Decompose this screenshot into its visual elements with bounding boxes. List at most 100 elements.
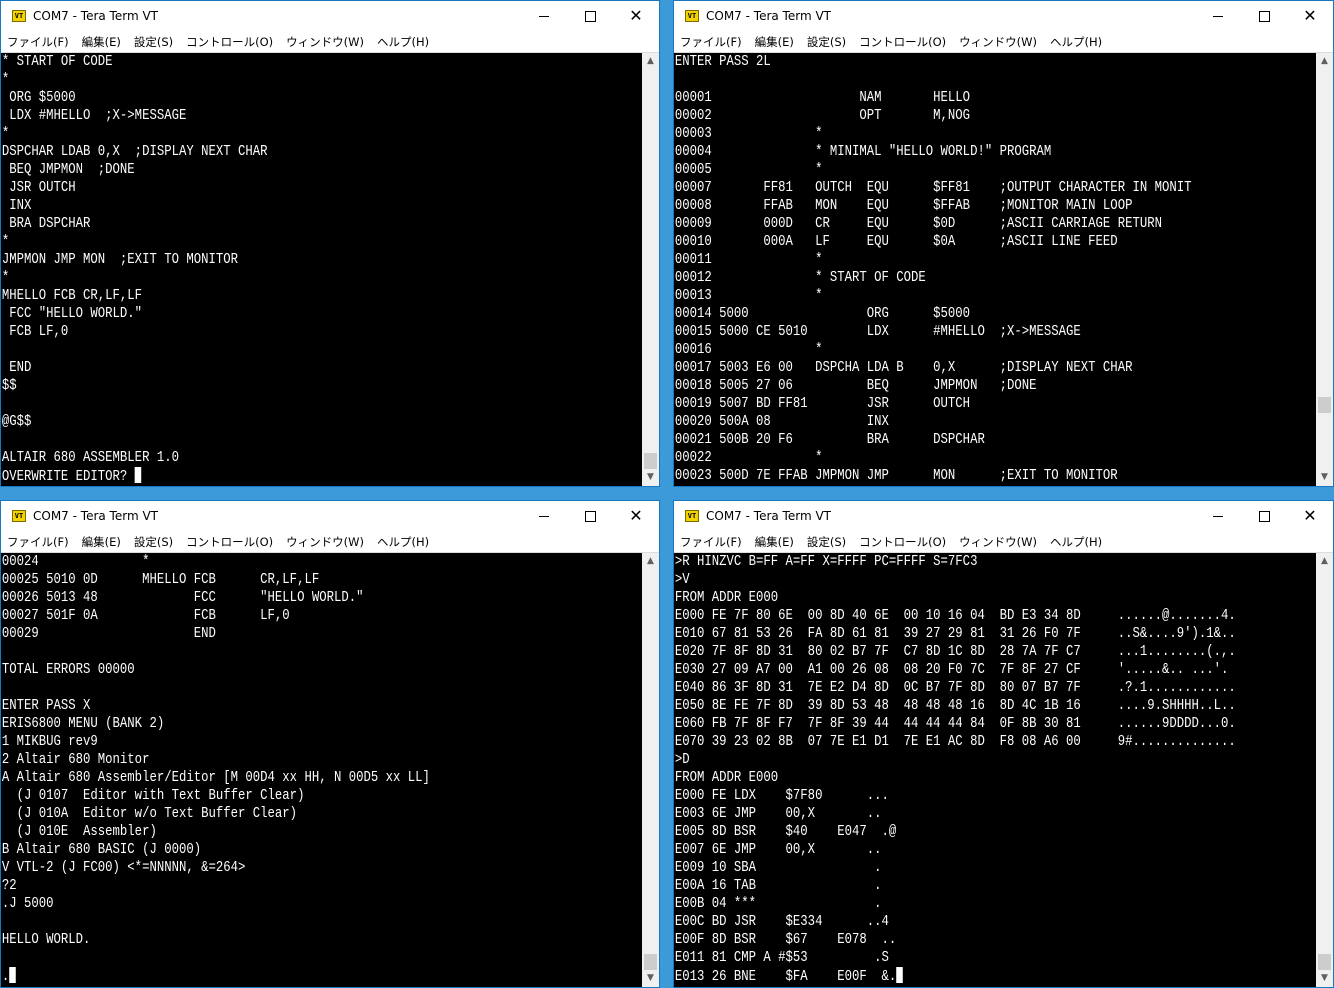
scroll-up-icon[interactable]: ▲ <box>1316 553 1333 570</box>
terminal-line: E00F 8D BSR $67 E078 .. <box>674 931 897 948</box>
terminal-line: INX <box>1 197 32 214</box>
maximize-button[interactable] <box>567 501 613 531</box>
vertical-scrollbar[interactable]: ▲ ▼ <box>642 53 659 486</box>
maximize-icon <box>584 510 596 522</box>
terminal-line: * <box>1 269 10 286</box>
menu-window[interactable]: ウィンドウ(W) <box>959 532 1037 553</box>
prompt-text: OVERWRITE EDITOR? <box>1 468 135 485</box>
terminal-line: ORG $5000 <box>1 89 76 106</box>
menu-file[interactable]: ファイル(F) <box>7 32 69 53</box>
menu-file[interactable]: ファイル(F) <box>680 532 742 553</box>
close-button[interactable]: ✕ <box>1287 501 1333 531</box>
terminal-window-top-right[interactable]: VT COM7 - Tera Term VT ✕ ファイル(F) 編集(E) 設定(… <box>673 0 1334 487</box>
scroll-thumb[interactable] <box>644 954 657 970</box>
terminal-screen[interactable]: >R HINZVC B=FF A=FF X=FFFF PC=FFFF S=7FC… <box>674 553 1316 987</box>
title-bar[interactable]: VT COM7 - Tera Term VT ✕ <box>1 501 659 531</box>
terminal-window-bottom-left[interactable]: VT COM7 - Tera Term VT ✕ ファイル(F) 編集(E) 設定(… <box>0 500 660 988</box>
menu-edit[interactable]: 編集(E) <box>755 532 794 553</box>
terminal-screen[interactable]: * START OF CODE * ORG $5000 LDX #MHELLO … <box>1 53 642 486</box>
scroll-thumb[interactable] <box>1318 954 1331 970</box>
title-bar[interactable]: VT COM7 - Tera Term VT ✕ <box>1 1 659 31</box>
menu-setup[interactable]: 設定(S) <box>134 532 173 553</box>
close-button[interactable]: ✕ <box>613 501 659 531</box>
title-bar[interactable]: VT COM7 - Tera Term VT ✕ <box>674 1 1333 31</box>
terminal-window-top-left[interactable]: VT COM7 - Tera Term VT ✕ ファイル(F) 編集(E) 設定(… <box>0 0 660 487</box>
minimize-button[interactable] <box>1195 1 1241 31</box>
scroll-thumb[interactable] <box>1318 397 1331 413</box>
terminal-line: E003 6E JMP 00,X .. <box>674 805 882 822</box>
menu-help[interactable]: ヘルプ(H) <box>377 32 429 53</box>
terminal-line: 00017 5003 E6 00 DSPCHA LDA B 0,X ;DISPL… <box>674 359 1133 376</box>
terminal-line: MHELLO FCB CR,LF,LF <box>1 287 143 304</box>
close-button[interactable]: ✕ <box>613 1 659 31</box>
window-title: COM7 - Tera Term VT <box>33 509 158 523</box>
menu-file[interactable]: ファイル(F) <box>7 532 69 553</box>
scroll-up-icon[interactable]: ▲ <box>1316 53 1333 70</box>
scroll-down-icon[interactable]: ▼ <box>642 469 659 486</box>
scroll-thumb[interactable] <box>644 453 657 469</box>
terminal-line: E00B 04 *** . <box>674 895 882 912</box>
terminal-line: 00011 * <box>674 251 823 268</box>
terminal-line: .J 5000 <box>1 895 54 912</box>
menu-edit[interactable]: 編集(E) <box>82 532 121 553</box>
terminal-line: 00004 * MINIMAL "HELLO WORLD!" PROGRAM <box>674 143 1052 160</box>
terminal-screen[interactable]: 00024 * 00025 5010 0D MHELLO FCB CR,LF,L… <box>1 553 642 987</box>
title-bar[interactable]: VT COM7 - Tera Term VT ✕ <box>674 501 1333 531</box>
terminal-line: B Altair 680 BASIC (J 0000) <box>1 841 202 858</box>
terminal-line: E007 6E JMP 00,X .. <box>674 841 882 858</box>
menu-bar: ファイル(F) 編集(E) 設定(S) コントロール(O) ウィンドウ(W) ヘルプ(H) <box>1 31 659 53</box>
minimize-button[interactable] <box>1195 501 1241 531</box>
minimize-button[interactable] <box>521 501 567 531</box>
menu-file[interactable]: ファイル(F) <box>680 32 742 53</box>
terminal-line: 00009 000D CR EQU $0D ;ASCII CARRIAGE RE… <box>674 215 1162 232</box>
menu-edit[interactable]: 編集(E) <box>755 32 794 53</box>
terminal-line: E000 FE 7F 80 6E 00 8D 40 6E 00 10 16 04… <box>674 607 1236 624</box>
terminal-line: 00015 5000 CE 5010 LDX #MHELLO ;X->MESSA… <box>674 323 1081 340</box>
scroll-up-icon[interactable]: ▲ <box>642 53 659 70</box>
terminal-line: @G$$ <box>1 413 32 430</box>
vertical-scrollbar[interactable]: ▲ ▼ <box>1316 553 1333 987</box>
terminal-line: LDX #MHELLO ;X->MESSAGE <box>1 107 187 124</box>
menu-help[interactable]: ヘルプ(H) <box>1050 532 1102 553</box>
vertical-scrollbar[interactable]: ▲ ▼ <box>642 553 659 987</box>
scroll-down-icon[interactable]: ▼ <box>642 970 659 987</box>
menu-window[interactable]: ウィンドウ(W) <box>286 532 364 553</box>
menu-window[interactable]: ウィンドウ(W) <box>286 32 364 53</box>
menu-help[interactable]: ヘルプ(H) <box>1050 32 1102 53</box>
terminal-line: >D <box>674 751 690 768</box>
vertical-scrollbar[interactable]: ▲ ▼ <box>1316 53 1333 486</box>
teraterm-app-icon: VT <box>12 10 26 22</box>
menu-edit[interactable]: 編集(E) <box>82 32 121 53</box>
maximize-button[interactable] <box>1241 1 1287 31</box>
menu-control[interactable]: コントロール(O) <box>859 32 946 53</box>
menu-setup[interactable]: 設定(S) <box>134 32 173 53</box>
minimize-button[interactable] <box>521 1 567 31</box>
maximize-button[interactable] <box>1241 501 1287 531</box>
terminal-line: 00019 5007 BD FF81 JSR OUTCH <box>674 395 971 412</box>
teraterm-app-icon: VT <box>12 510 26 522</box>
menu-window[interactable]: ウィンドウ(W) <box>959 32 1037 53</box>
menu-setup[interactable]: 設定(S) <box>807 532 846 553</box>
teraterm-app-icon: VT <box>685 10 699 22</box>
terminal-line: BRA DSPCHAR <box>1 215 91 232</box>
terminal-line: (J 010E Assembler) <box>1 823 157 840</box>
terminal-line: FROM ADDR E000 <box>674 589 779 606</box>
menu-control[interactable]: コントロール(O) <box>186 532 273 553</box>
menu-setup[interactable]: 設定(S) <box>807 32 846 53</box>
menu-help[interactable]: ヘルプ(H) <box>377 532 429 553</box>
scroll-up-icon[interactable]: ▲ <box>642 553 659 570</box>
terminal-line: E009 10 SBA . <box>674 859 882 876</box>
close-button[interactable]: ✕ <box>1287 1 1333 31</box>
terminal-line: A Altair 680 Assembler/Editor [M 00D4 xx… <box>1 769 430 786</box>
terminal-window-bottom-right[interactable]: VT COM7 - Tera Term VT ✕ ファイル(F) 編集(E) 設定(… <box>673 500 1334 988</box>
scroll-down-icon[interactable]: ▼ <box>1316 469 1333 486</box>
close-icon: ✕ <box>629 506 643 525</box>
scroll-down-icon[interactable]: ▼ <box>1316 970 1333 987</box>
menu-control[interactable]: コントロール(O) <box>186 32 273 53</box>
window-title: COM7 - Tera Term VT <box>33 9 158 23</box>
terminal-screen[interactable]: ENTER PASS 2L 00001 NAM HELLO 00002 OPT … <box>674 53 1316 486</box>
menu-control[interactable]: コントロール(O) <box>859 532 946 553</box>
maximize-button[interactable] <box>567 1 613 31</box>
terminal-line: E030 27 09 A7 00 A1 00 26 08 08 20 F0 7C… <box>674 661 1229 678</box>
terminal-line: BEQ JMPMON ;DONE <box>1 161 135 178</box>
